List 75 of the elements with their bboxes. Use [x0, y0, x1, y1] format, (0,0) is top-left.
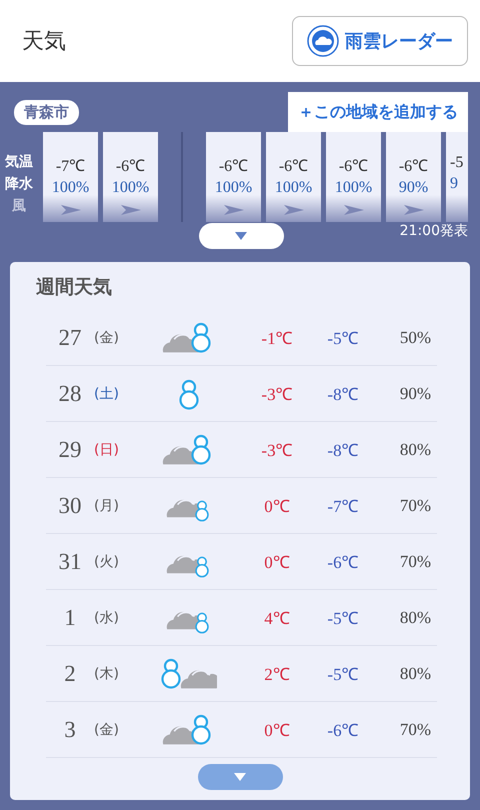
day-date: 2	[63, 660, 77, 686]
low-temperature: -5℃	[326, 664, 360, 685]
day-date: 29	[58, 436, 82, 462]
hour-temperature: -5	[450, 154, 464, 172]
hour-precipitation: 100%	[334, 179, 372, 197]
wind-arrow-icon	[344, 205, 364, 215]
hour-precipitation: 90%	[398, 179, 428, 197]
rain-radar-button[interactable]: 雨雲レーダー	[292, 16, 468, 66]
weekday: (水)	[94, 608, 120, 626]
hour-precipitation: 100%	[52, 179, 90, 197]
wind-arrow-icon	[284, 205, 304, 215]
high-temperature: 4℃	[263, 608, 291, 629]
hour-temperature: -6℃	[116, 157, 146, 176]
high-temperature: -3℃	[260, 440, 294, 461]
weekday: (金)	[94, 328, 120, 346]
precipitation-chance: 80%	[398, 440, 432, 460]
caret-icon	[234, 773, 246, 781]
cloud-snowman-icon	[161, 658, 217, 690]
wind-arrow-icon	[120, 205, 140, 215]
snowman-icon	[178, 378, 200, 410]
wind-arrow-icon	[404, 205, 424, 215]
hour-precipitation: 100%	[112, 179, 150, 197]
hour-precipitation: 9	[450, 175, 458, 193]
hour-temperature: -6℃	[338, 157, 368, 176]
precipitation-chance: 80%	[398, 664, 432, 684]
day-date: 28	[58, 380, 82, 406]
weekday: (土)	[94, 384, 120, 402]
row-label: 気温	[5, 154, 33, 170]
row-label: 風	[12, 198, 26, 214]
cloud-icon	[307, 25, 339, 57]
low-temperature: -5℃	[326, 328, 360, 349]
hour-temperature: -7℃	[56, 157, 86, 176]
high-temperature: 0℃	[263, 720, 291, 741]
app-title: 天気	[22, 28, 66, 56]
low-temperature: -8℃	[326, 440, 360, 461]
weekday: (月)	[94, 496, 120, 514]
low-temperature: -6℃	[326, 720, 360, 741]
low-temperature: -6℃	[326, 552, 360, 573]
add-region-button[interactable]: ＋この地域を追加する	[288, 92, 468, 132]
weekday: (火)	[94, 552, 120, 570]
precipitation-chance: 70%	[398, 496, 432, 516]
hour-precipitation: 100%	[274, 179, 312, 197]
weekday: (金)	[94, 720, 120, 738]
day-date: 30	[58, 492, 82, 518]
high-temperature: 0℃	[263, 496, 291, 517]
high-temperature: -3℃	[260, 384, 294, 405]
day-date: 3	[63, 716, 77, 742]
high-temperature: 0℃	[263, 552, 291, 573]
wind-arrow-icon	[224, 205, 244, 215]
caret-icon	[235, 232, 247, 240]
issued-time: 21:00発表	[400, 222, 468, 240]
row-label: 降水	[5, 176, 33, 192]
precipitation-chance: 70%	[398, 552, 432, 572]
weekly-title: 週間天気	[36, 275, 113, 300]
low-temperature: -7℃	[326, 496, 360, 517]
hour-temperature: -6℃	[218, 157, 248, 176]
location-label: 青森市	[14, 100, 79, 124]
hour-precipitation: 100%	[214, 179, 252, 197]
expand-button[interactable]	[198, 223, 284, 249]
low-temperature: -5℃	[326, 608, 360, 629]
day-date: 1	[63, 604, 77, 630]
high-temperature: -1℃	[260, 328, 294, 349]
precipitation-chance: 90%	[398, 384, 432, 404]
low-temperature: -8℃	[326, 384, 360, 405]
day-date: 31	[58, 548, 82, 574]
precipitation-chance: 50%	[398, 328, 432, 348]
weekday: (日)	[94, 440, 120, 458]
high-temperature: 2℃	[263, 664, 291, 685]
wind-arrow-icon	[60, 205, 80, 215]
hour-temperature: -6℃	[398, 157, 428, 176]
hour-temperature: -6℃	[278, 157, 308, 176]
day-date: 27	[58, 324, 82, 350]
weekday: (木)	[94, 664, 120, 682]
precipitation-chance: 80%	[398, 608, 432, 628]
precipitation-chance: 70%	[398, 720, 432, 740]
